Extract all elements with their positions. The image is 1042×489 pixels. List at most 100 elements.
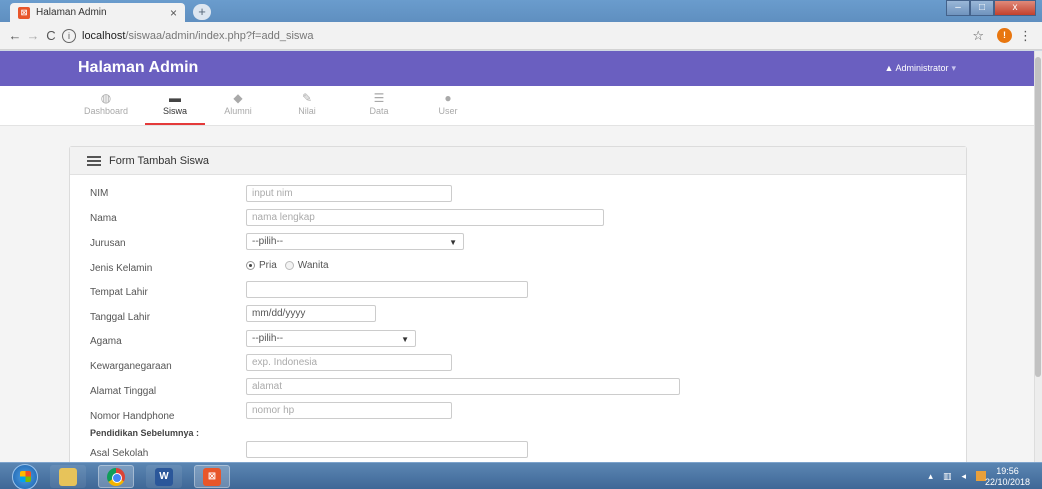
clock-date: 22/10/2018 (984, 477, 1030, 487)
nim-input[interactable]: input nim (246, 185, 452, 202)
alamat-input[interactable]: alamat (246, 378, 680, 395)
user-menu[interactable]: ▲ Administrator ▾ (885, 63, 956, 74)
network-icon[interactable]: ▥ (943, 471, 952, 482)
xampp-icon: ⊠ (18, 6, 30, 19)
hp-input[interactable]: nomor hp (246, 402, 452, 419)
scrollbar-thumb[interactable] (1035, 57, 1041, 377)
wanita-label[interactable]: Wanita (298, 260, 329, 271)
folder-icon (59, 467, 77, 486)
agama-value: --pilih-- (252, 333, 284, 344)
taskbar-explorer[interactable] (50, 465, 86, 488)
taskbar: W ⊠ ▴ ▥ ◂ 19:56 22/10/2018 (0, 462, 1042, 489)
tempat-lahir-label: Tempat Lahir (90, 287, 148, 298)
tanggal-lahir-label: Tanggal Lahir (90, 312, 151, 323)
agama-label: Agama (90, 336, 122, 347)
taskbar-chrome[interactable] (98, 465, 134, 488)
form-card: Form Tambah Siswa NIM input nim Nama nam… (69, 146, 967, 462)
extension-icon[interactable]: ! (997, 28, 1012, 43)
asal-sekolah-label: Asal Sekolah (90, 448, 149, 459)
section-pendidikan: Pendidikan Sebelumnya : (90, 428, 200, 438)
clock-time: 19:56 (996, 466, 1019, 476)
pria-label[interactable]: Pria (259, 260, 277, 271)
nav-label: Siswa (162, 106, 187, 116)
caret-down-icon: ▾ (951, 63, 956, 73)
list-icon (87, 154, 101, 168)
taskbar-clock[interactable]: 19:56 22/10/2018 (985, 466, 1030, 488)
address-bar: ← → C i localhost/siswaa/admin/index.php… (0, 22, 1042, 50)
nav-user[interactable]: ● User (418, 88, 478, 125)
kewarganegaraan-input[interactable]: exp. Indonesia (246, 354, 452, 371)
tanggal-lahir-input[interactable]: mm/dd/yyyy (246, 305, 376, 322)
maximize-button[interactable]: □ (970, 0, 994, 16)
edit-icon: ✎ (301, 91, 313, 105)
chevron-down-icon: ▼ (449, 238, 457, 247)
agama-select[interactable]: --pilih-- ▼ (246, 330, 416, 347)
nama-input[interactable]: nama lengkap (246, 209, 604, 226)
url-path: /siswaa/admin/index.php?f=add_siswa (125, 30, 314, 42)
app-header: Halaman Admin ▲ Administrator ▾ (0, 51, 1034, 86)
window-controls: – □ x (946, 0, 1036, 16)
taskbar-xampp[interactable]: ⊠ (194, 465, 230, 488)
word-icon: W (155, 467, 173, 486)
asal-sekolah-input[interactable] (246, 441, 528, 458)
wanita-radio[interactable] (284, 261, 294, 270)
menu-icon[interactable]: ⋮ (1019, 28, 1032, 44)
nav-dashboard[interactable]: ◍ Dashboard (76, 88, 136, 125)
url-text: localhost/siswaa/admin/index.php?f=add_s… (82, 30, 313, 42)
nav-label: Dashboard (83, 106, 129, 116)
briefcase-icon: ▬ (169, 91, 181, 105)
nav-nilai[interactable]: ✎ Nilai (277, 88, 337, 125)
minimize-button[interactable]: – (946, 0, 970, 16)
main-nav: ◍ Dashboard ▬ Siswa ◆ Alumni ✎ Nilai ☰ D… (0, 86, 1034, 126)
alamat-label: Alamat Tinggal (90, 386, 157, 397)
kewarganegaraan-label: Kewarganegaraan (90, 361, 172, 372)
new-tab-button[interactable]: + (193, 4, 211, 20)
info-icon[interactable]: i (62, 29, 76, 43)
form-title: Form Tambah Siswa (109, 154, 210, 167)
jenis-kelamin-label: Jenis Kelamin (90, 263, 153, 274)
nama-label: Nama (90, 213, 117, 224)
user-menu-label: Administrator (895, 63, 949, 73)
url-host: localhost (82, 30, 126, 42)
reload-icon[interactable]: C (42, 28, 60, 43)
page-scrollbar[interactable] (1034, 51, 1042, 462)
chevron-down-icon: ▼ (401, 335, 409, 344)
browser-tab[interactable]: ⊠ Halaman Admin × (10, 3, 185, 22)
close-window-button[interactable]: x (994, 0, 1036, 16)
tag-icon: ◆ (233, 91, 243, 105)
nav-label: Nilai (298, 106, 316, 116)
nav-label: Alumni (224, 106, 252, 116)
windows-logo-icon (20, 471, 31, 482)
brand-title[interactable]: Halaman Admin (78, 59, 198, 77)
volume-icon[interactable]: ◂ (961, 471, 966, 482)
browser-tab-strip: ⊠ Halaman Admin × + – □ x (0, 0, 1042, 22)
tempat-lahir-input[interactable] (246, 281, 528, 298)
nav-data[interactable]: ☰ Data (349, 88, 409, 125)
jurusan-value: --pilih-- (252, 236, 284, 247)
star-icon[interactable]: ☆ (972, 28, 984, 44)
user-icon: ▲ (884, 63, 894, 73)
hp-label: Nomor Handphone (90, 411, 175, 422)
nav-label: Data (369, 106, 389, 116)
close-tab-icon[interactable]: × (170, 6, 177, 20)
tab-title: Halaman Admin (36, 7, 107, 18)
nav-alumni[interactable]: ◆ Alumni (208, 88, 268, 125)
pria-radio[interactable] (246, 261, 255, 270)
tray-expand-icon[interactable]: ▴ (928, 471, 933, 482)
chrome-icon (107, 467, 125, 486)
user-icon: ● (444, 91, 452, 105)
taskbar-word[interactable]: W (146, 465, 182, 488)
xampp-icon: ⊠ (203, 467, 221, 486)
start-button[interactable] (12, 464, 38, 489)
form-header: Form Tambah Siswa (70, 147, 966, 175)
jenis-kelamin-radios: Pria Wanita (246, 260, 329, 271)
dashboard-icon: ◍ (100, 91, 112, 105)
url-field[interactable]: i localhost/siswaa/admin/index.php?f=add… (62, 26, 962, 46)
back-icon[interactable]: ← (6, 28, 24, 43)
nav-label: User (438, 106, 458, 116)
system-tray: ▴ ▥ ◂ (928, 471, 986, 482)
jurusan-select[interactable]: --pilih-- ▼ (246, 233, 464, 250)
list-icon: ☰ (373, 91, 385, 105)
nav-siswa[interactable]: ▬ Siswa (145, 88, 205, 125)
forward-icon[interactable]: → (24, 28, 42, 43)
